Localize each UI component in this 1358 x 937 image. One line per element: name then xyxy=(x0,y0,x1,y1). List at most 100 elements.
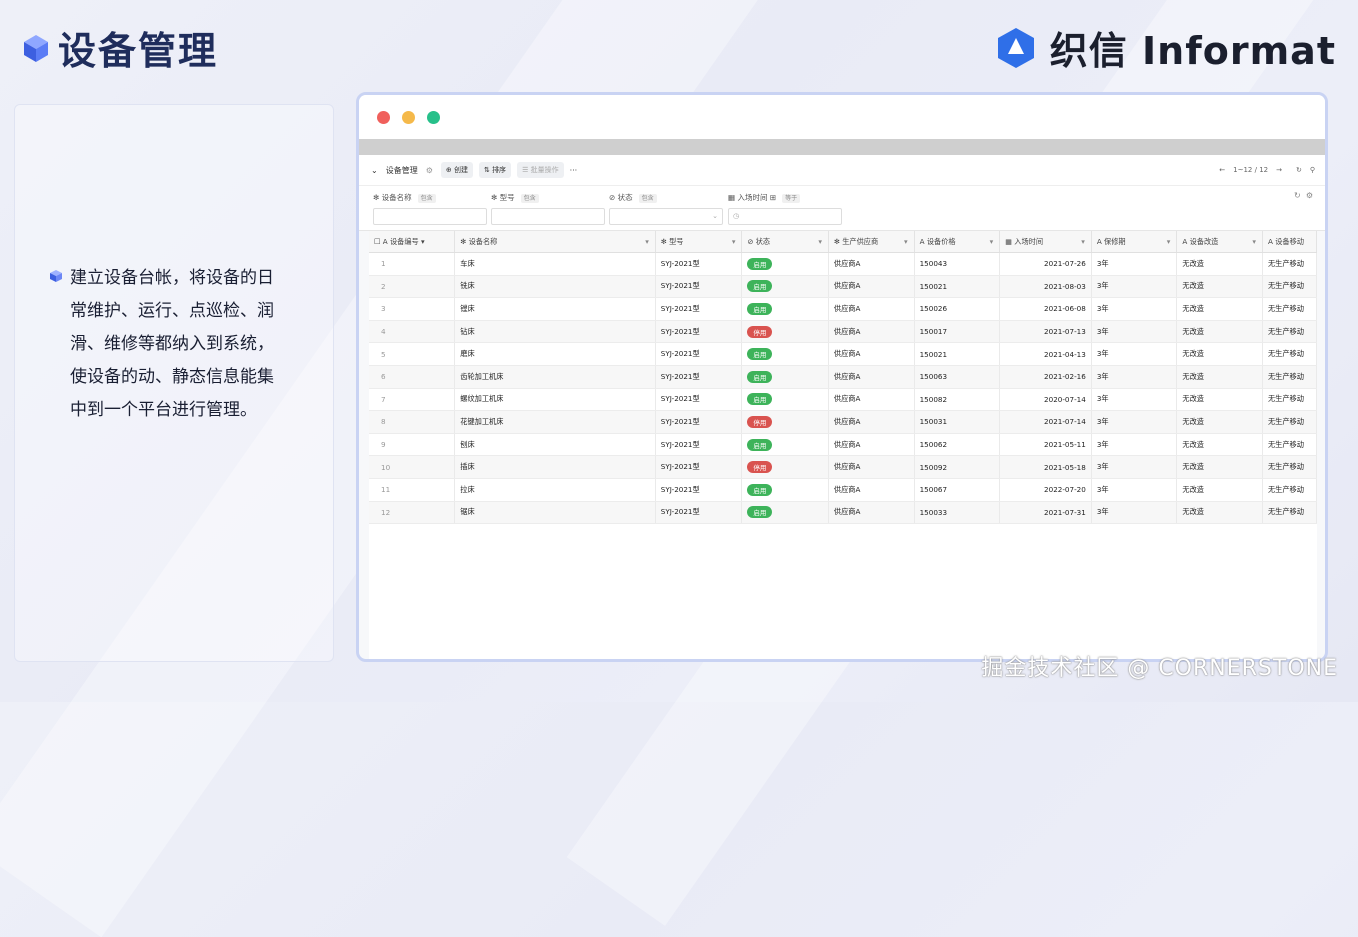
column-header[interactable]: ✻ 设备名称 ▾ xyxy=(454,231,656,253)
cell-mod[interactable]: 无改造 xyxy=(1176,388,1263,412)
cell-status[interactable]: 启用 xyxy=(741,342,829,366)
cell-name[interactable]: 磨床 xyxy=(454,342,656,366)
cell-mod[interactable]: 无改造 xyxy=(1176,320,1263,344)
cell-price[interactable]: 150043 xyxy=(914,252,1001,276)
cell-price[interactable]: 150033 xyxy=(914,501,1001,525)
cell-supplier[interactable]: 供应商A xyxy=(828,478,915,502)
filter-op[interactable]: 包含 xyxy=(417,194,436,203)
cell-date[interactable]: 2021-04-13 xyxy=(999,342,1092,366)
cell-mod[interactable]: 无改造 xyxy=(1176,410,1263,434)
table-row[interactable]: 12 锯床 SYJ-2021型 启用 供应商A 150033 2021-07-31 3年 无改造… xyxy=(369,501,1318,525)
cell-supplier[interactable]: 供应商A xyxy=(828,410,915,434)
cell-mod[interactable]: 无改造 xyxy=(1176,297,1263,321)
prev-page-icon[interactable]: ← xyxy=(1219,166,1225,174)
cell-warranty[interactable]: 3年 xyxy=(1091,342,1178,366)
cell-supplier[interactable]: 供应商A xyxy=(828,342,915,366)
cell-warranty[interactable]: 3年 xyxy=(1091,275,1178,299)
refresh-icon[interactable]: ↻ xyxy=(1296,166,1302,174)
cell-supplier[interactable]: 供应商A xyxy=(828,252,915,276)
table-row[interactable]: 6 齿轮加工机床 SYJ-2021型 启用 供应商A 150063 2021-02-16 3年… xyxy=(369,365,1318,389)
cell-name[interactable]: 螺纹加工机床 xyxy=(454,388,656,412)
cell-no[interactable]: 9 xyxy=(369,433,456,457)
cell-name[interactable]: 花键加工机床 xyxy=(454,410,656,434)
cell-mod[interactable]: 无改造 xyxy=(1176,433,1263,457)
cell-no[interactable]: 2 xyxy=(369,275,456,299)
cell-model[interactable]: SYJ-2021型 xyxy=(655,478,743,502)
cell-mod[interactable]: 无改造 xyxy=(1176,275,1263,299)
table-row[interactable]: 2 铣床 SYJ-2021型 启用 供应商A 150021 2021-08-03 3年 无改造无… xyxy=(369,275,1318,299)
cell-date[interactable]: 2021-06-08 xyxy=(999,297,1092,321)
cell-supplier[interactable]: 供应商A xyxy=(828,455,915,479)
cell-no[interactable]: 6 xyxy=(369,365,456,389)
cell-no[interactable]: 4 xyxy=(369,320,456,344)
cell-move[interactable]: 无生产移动 xyxy=(1262,433,1318,457)
cell-mod[interactable]: 无改造 xyxy=(1176,342,1263,366)
cell-warranty[interactable]: 3年 xyxy=(1091,365,1178,389)
cell-name[interactable]: 钻床 xyxy=(454,320,656,344)
cell-price[interactable]: 150092 xyxy=(914,455,1001,479)
cell-supplier[interactable]: 供应商A xyxy=(828,433,915,457)
cell-status[interactable]: 启用 xyxy=(741,275,829,299)
cell-no[interactable]: 7 xyxy=(369,388,456,412)
cell-no[interactable]: 1 xyxy=(369,252,456,276)
next-page-icon[interactable]: → xyxy=(1276,166,1282,174)
cell-no[interactable]: 8 xyxy=(369,410,456,434)
cell-date[interactable]: 2021-05-18 xyxy=(999,455,1092,479)
cell-model[interactable]: SYJ-2021型 xyxy=(655,342,743,366)
cell-supplier[interactable]: 供应商A xyxy=(828,501,915,525)
cell-move[interactable]: 无生产移动 xyxy=(1262,410,1318,434)
cell-model[interactable]: SYJ-2021型 xyxy=(655,388,743,412)
cell-no[interactable]: 5 xyxy=(369,342,456,366)
cell-date[interactable]: 2021-07-14 xyxy=(999,410,1092,434)
cell-no[interactable]: 3 xyxy=(369,297,456,321)
cell-mod[interactable]: 无改造 xyxy=(1176,501,1263,525)
create-button[interactable]: ⊕ 创建 xyxy=(440,162,473,178)
cell-warranty[interactable]: 3年 xyxy=(1091,478,1178,502)
cell-model[interactable]: SYJ-2021型 xyxy=(655,433,743,457)
cell-no[interactable]: 11 xyxy=(369,478,456,502)
cell-supplier[interactable]: 供应商A xyxy=(828,320,915,344)
column-header[interactable]: ⊘ 状态 ▾ xyxy=(741,231,829,253)
cell-status[interactable]: 启用 xyxy=(741,433,829,457)
cell-name[interactable]: 插床 xyxy=(454,455,656,479)
table-row[interactable]: 3 镗床 SYJ-2021型 启用 供应商A 150026 2021-06-08 3年 无改造无… xyxy=(369,297,1318,321)
cell-no[interactable]: 10 xyxy=(369,455,456,479)
cell-name[interactable]: 刨床 xyxy=(454,433,656,457)
filter-op[interactable]: 包含 xyxy=(638,194,657,203)
filter-op[interactable]: 包含 xyxy=(520,194,539,203)
table-row[interactable]: 4 钻床 SYJ-2021型 停用 供应商A 150017 2021-07-13 3年 无改造无… xyxy=(369,320,1318,344)
cell-date[interactable]: 2021-07-13 xyxy=(999,320,1092,344)
column-header[interactable]: A 设备改造 ▾ xyxy=(1176,231,1263,253)
cell-warranty[interactable]: 3年 xyxy=(1091,410,1178,434)
cell-model[interactable]: SYJ-2021型 xyxy=(655,410,743,434)
cell-name[interactable]: 镗床 xyxy=(454,297,656,321)
cell-date[interactable]: 2021-08-03 xyxy=(999,275,1092,299)
cell-status[interactable]: 启用 xyxy=(741,501,829,525)
maximize-dot-button[interactable] xyxy=(427,110,440,124)
cell-mod[interactable]: 无改造 xyxy=(1176,252,1263,276)
cell-date[interactable]: 2021-07-26 xyxy=(999,252,1092,276)
cell-warranty[interactable]: 3年 xyxy=(1091,297,1178,321)
cell-warranty[interactable]: 3年 xyxy=(1091,320,1178,344)
cell-warranty[interactable]: 3年 xyxy=(1091,455,1178,479)
table-row[interactable]: 11 拉床 SYJ-2021型 启用 供应商A 150067 2022-07-20 3年 无改造… xyxy=(369,478,1318,502)
cell-price[interactable]: 150026 xyxy=(914,297,1001,321)
table-row[interactable]: 9 刨床 SYJ-2021型 启用 供应商A 150062 2021-05-11 3年 无改造无… xyxy=(369,433,1318,457)
cell-date[interactable]: 2021-07-31 xyxy=(999,501,1092,525)
column-header[interactable]: ✻ 生产供应商 ▾ xyxy=(828,231,915,253)
cell-date[interactable]: 2021-05-11 xyxy=(999,433,1092,457)
cell-mod[interactable]: 无改造 xyxy=(1176,455,1263,479)
cell-price[interactable]: 150062 xyxy=(914,433,1001,457)
column-header[interactable]: A 设备移动 xyxy=(1262,231,1318,253)
cell-model[interactable]: SYJ-2021型 xyxy=(655,252,743,276)
cell-price[interactable]: 150017 xyxy=(914,320,1001,344)
column-header[interactable]: A 设备价格 ▾ xyxy=(914,231,1001,253)
filter-model-input[interactable] xyxy=(491,208,605,225)
cell-warranty[interactable]: 3年 xyxy=(1091,433,1178,457)
cell-model[interactable]: SYJ-2021型 xyxy=(655,297,743,321)
column-header[interactable]: ✻ 型号 ▾ xyxy=(655,231,743,253)
cell-name[interactable]: 铣床 xyxy=(454,275,656,299)
cell-warranty[interactable]: 3年 xyxy=(1091,501,1178,525)
cell-move[interactable]: 无生产移动 xyxy=(1262,478,1318,502)
cell-move[interactable]: 无生产移动 xyxy=(1262,342,1318,366)
